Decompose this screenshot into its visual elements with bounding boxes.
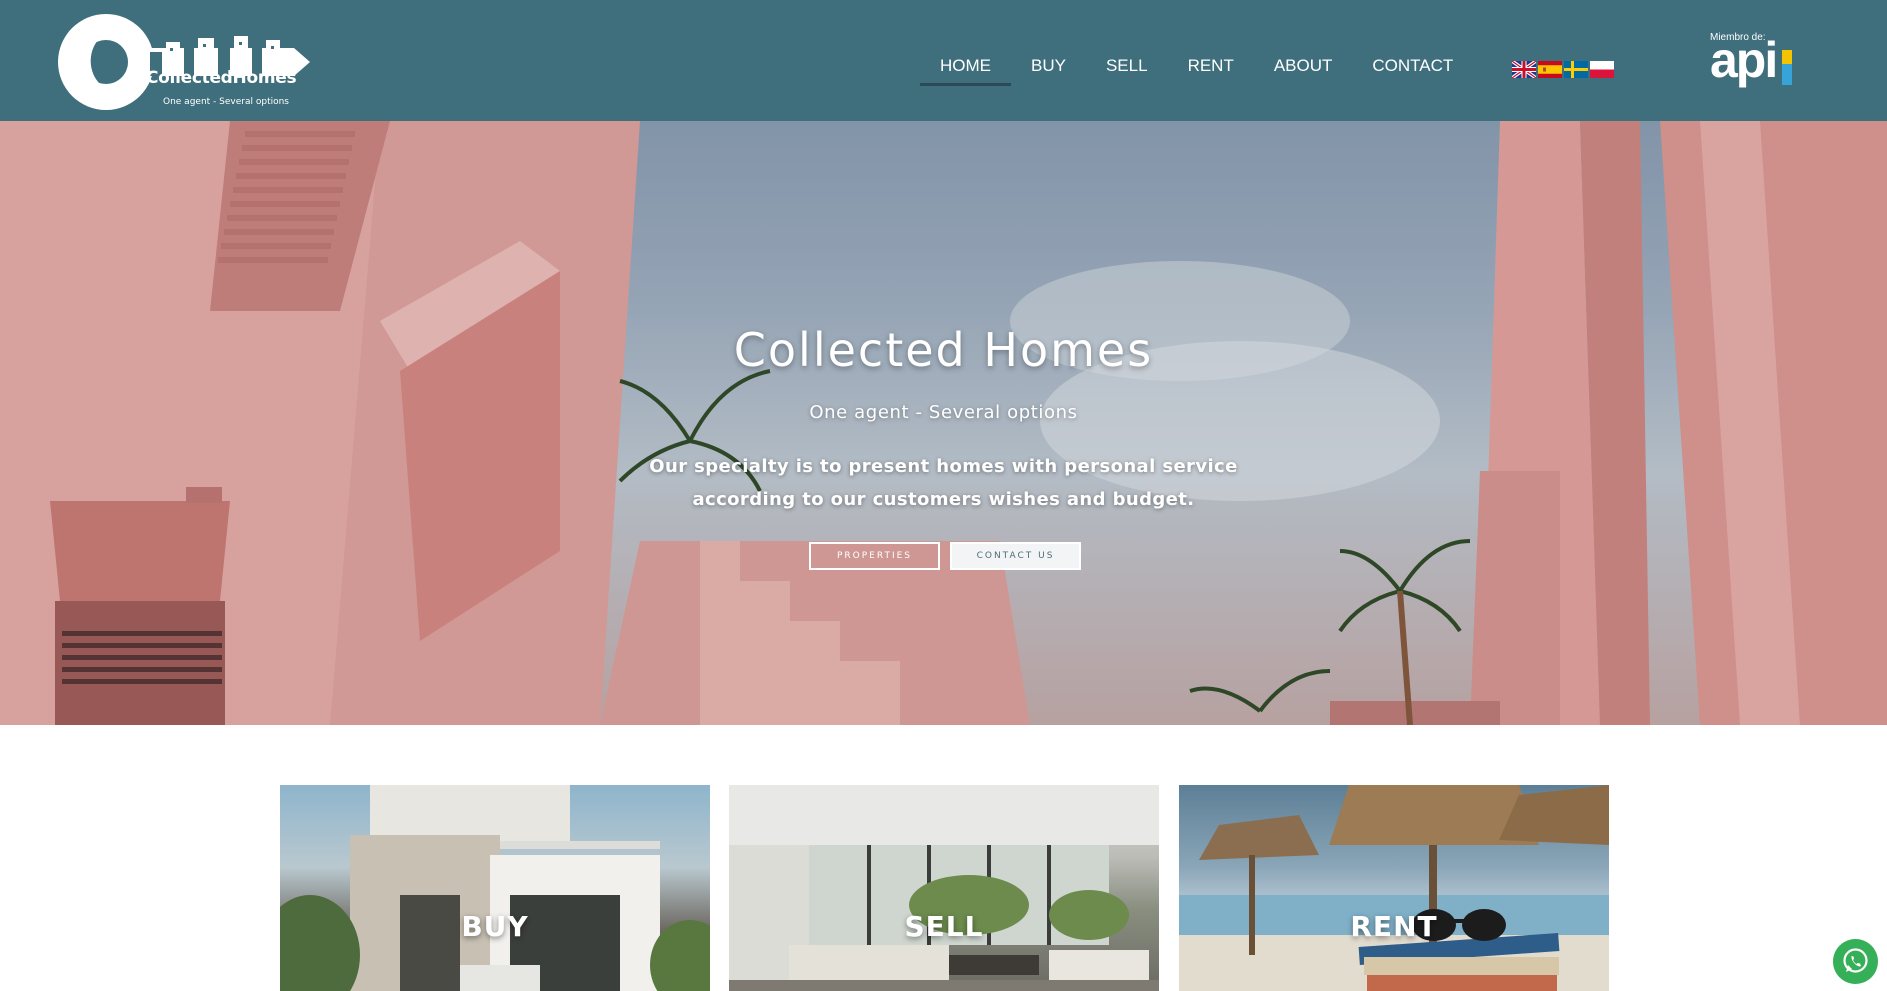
main-nav: HOME BUY SELL RENT ABOUT CONTACT <box>920 52 1473 86</box>
whatsapp-icon <box>1843 948 1868 973</box>
buy-card-image <box>280 785 710 991</box>
contact-us-button[interactable]: CONTACT US <box>950 542 1081 570</box>
site-header: CollectedHomes One agent - Several optio… <box>0 0 1887 121</box>
hero-subtitle: One agent - Several options <box>809 402 1078 423</box>
nav-home[interactable]: HOME <box>920 52 1011 86</box>
brand-tagline: One agent - Several options <box>163 97 289 107</box>
nav-buy[interactable]: BUY <box>1011 52 1086 86</box>
whatsapp-button[interactable] <box>1833 939 1878 984</box>
brand-name: CollectedHomes <box>146 68 297 88</box>
category-card-buy-label: BUY <box>461 910 529 943</box>
api-member-logo[interactable]: Miembro de: api <box>1710 32 1794 92</box>
nav-rent[interactable]: RENT <box>1168 52 1254 86</box>
polish-flag-icon[interactable] <box>1590 61 1614 78</box>
hero-description: Our specialty is to present homes with p… <box>0 450 1887 516</box>
hero-banner <box>0 121 1887 725</box>
hero-description-line-1: Our specialty is to present homes with p… <box>649 456 1238 477</box>
english-flag-icon[interactable] <box>1512 61 1536 78</box>
sell-card-image <box>729 785 1159 991</box>
swedish-flag-icon[interactable] <box>1564 61 1588 78</box>
nav-about[interactable]: ABOUT <box>1254 52 1353 86</box>
spanish-flag-icon[interactable] <box>1538 61 1562 78</box>
api-color-bar <box>1782 50 1792 85</box>
nav-sell[interactable]: SELL <box>1086 52 1168 86</box>
category-card-rent-label: RENT <box>1350 910 1438 943</box>
properties-button[interactable]: PROPERTIES <box>809 542 940 570</box>
category-card-buy[interactable]: BUY <box>280 785 710 991</box>
category-card-rent[interactable]: RENT <box>1179 785 1609 991</box>
hero-description-line-2: according to our customers wishes and bu… <box>692 489 1195 510</box>
category-card-sell[interactable]: SELL <box>729 785 1159 991</box>
hero-overlay <box>0 121 1887 725</box>
hero-title: Collected Homes <box>733 323 1154 377</box>
category-card-sell-label: SELL <box>904 910 984 943</box>
rent-card-image <box>1179 785 1609 991</box>
api-member-name: api <box>1710 32 1778 88</box>
nav-contact[interactable]: CONTACT <box>1352 52 1473 86</box>
language-selector <box>1512 61 1614 78</box>
